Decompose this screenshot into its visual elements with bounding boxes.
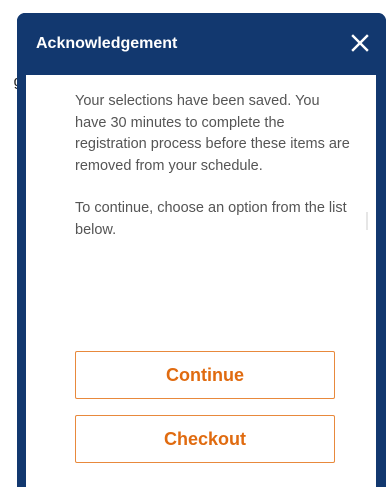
acknowledgement-dialog: Acknowledgement Your selections have bee… — [17, 13, 386, 487]
close-icon — [351, 34, 369, 52]
dialog-header: Acknowledgement — [17, 13, 386, 75]
checkout-button[interactable]: Checkout — [75, 415, 335, 463]
scroll-indicator — [366, 212, 368, 230]
dialog-body: Your selections have been saved. You hav… — [26, 75, 376, 487]
continue-button[interactable]: Continue — [75, 351, 335, 399]
dialog-message: Your selections have been saved. You hav… — [75, 91, 350, 241]
close-button[interactable] — [348, 31, 372, 55]
message-paragraph: To continue, choose an option from the l… — [75, 200, 347, 238]
dialog-title: Acknowledgement — [36, 35, 178, 52]
message-paragraph: Your selections have been saved. You hav… — [75, 93, 350, 174]
